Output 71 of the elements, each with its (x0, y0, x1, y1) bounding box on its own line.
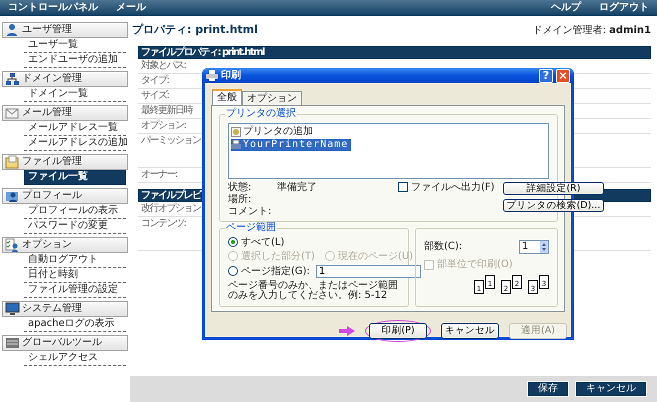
help-button[interactable]: ? (539, 68, 553, 82)
page-range-field[interactable]: 1 (316, 264, 421, 278)
checkbox-label: 部単位で印刷(O) (437, 259, 513, 270)
sidebar-item[interactable]: ユーザ一覧 (24, 38, 126, 53)
nav-link[interactable]: メール (116, 3, 146, 13)
sidebar-item[interactable]: apacheログの表示 (24, 317, 126, 332)
page-title: プロパティ: print.html (132, 22, 258, 38)
field-label: オプション: (141, 121, 186, 131)
footer-button[interactable]: キャンセル (575, 381, 647, 397)
sidebar-item[interactable]: ドメイン一覧 (24, 87, 126, 102)
field-label: コンテンツ: (141, 219, 186, 229)
person-icon (5, 23, 20, 37)
group-title: ページ範囲 (225, 222, 277, 234)
printer-icon (231, 140, 241, 150)
copies-label: 部数(C): (424, 240, 462, 254)
radio-button[interactable] (228, 237, 238, 247)
checklist-icon (5, 238, 20, 252)
footer-button[interactable]: 保存 (527, 381, 569, 397)
toolbox-icon (5, 336, 20, 350)
radio-button[interactable] (228, 266, 238, 276)
envelope-icon (5, 106, 20, 120)
field-label: オーナー: (141, 170, 177, 180)
spin-arrows-icon (540, 240, 548, 252)
sidebar-item[interactable]: ファイル一覧 (24, 170, 126, 185)
dialog-button[interactable]: 詳細設定(R) (502, 182, 604, 195)
group-title: プリンタの選択 (225, 108, 297, 120)
nav-link[interactable]: ログアウト (599, 3, 649, 13)
sidebar-item[interactable]: メールアドレスの追加 (24, 136, 126, 151)
radio-label: 現在のページ(U) (338, 250, 414, 262)
sidebar-item[interactable]: メールアドレス一覧 (24, 121, 126, 136)
add-printer-icon (231, 127, 241, 137)
field-label: 対象とパス: (141, 61, 186, 71)
dialog-button[interactable]: 印刷(P) (369, 322, 427, 338)
field-label: 最終更新日時 (141, 106, 192, 116)
nav-link[interactable]: ヘルプ (551, 3, 581, 13)
copies-spinner[interactable]: 1 (519, 240, 549, 254)
printer-item[interactable]: YourPrinterName (231, 139, 352, 151)
field-label: サイズ: (141, 91, 168, 101)
sidebar-item[interactable]: プロフィールの表示 (24, 204, 126, 219)
radio-label: 選択した部分(T) (241, 250, 315, 262)
printer-item[interactable]: プリンタの追加 (231, 126, 316, 138)
sidebar-item[interactable]: ファイル管理の設定 (24, 283, 126, 298)
field-label: 改行オプション (141, 204, 200, 214)
radio-label: すべて(L) (241, 236, 284, 248)
pointer-arrow-icon (339, 326, 355, 336)
dialog-title: 印刷 (221, 68, 241, 83)
person-icon (5, 189, 20, 203)
printer-icon (206, 70, 218, 81)
close-button[interactable]: × (556, 68, 570, 82)
radio-label: ページ指定(G): (241, 266, 310, 276)
hint-text: ページ番号のみか、またはページ範囲のみを入力してください。例: 5-12 (228, 280, 399, 302)
folder-icon (5, 155, 20, 169)
sidebar-item[interactable]: エンドユーザの追加 (24, 53, 126, 68)
sidebar-item[interactable]: 日付と時刻 (24, 268, 126, 283)
field-label: パーミッション (141, 136, 200, 146)
info-label: 場所: (228, 194, 252, 204)
tab[interactable]: オプション (242, 91, 302, 105)
dialog-button[interactable]: プリンタの検索(D)... (502, 198, 604, 212)
info-label: コメント: (228, 206, 272, 216)
monitor-icon (5, 302, 20, 316)
sidebar-item[interactable]: 自動ログアウト (24, 253, 126, 268)
tab[interactable]: 全般 (212, 89, 242, 105)
nav-link[interactable]: コントロールパネル (8, 3, 98, 13)
field-label: タイプ: (141, 76, 168, 86)
admin-label: ドメイン管理者: admin1 (532, 24, 651, 38)
panel-header: ファイルプロパティ: print.html (138, 46, 651, 59)
checkbox[interactable] (398, 182, 408, 192)
sidebar-item[interactable]: シェルアクセス (24, 351, 126, 366)
network-icon (5, 72, 20, 86)
sidebar-item[interactable]: パスワードの変更 (24, 219, 126, 234)
dialog-button[interactable]: キャンセル (441, 322, 499, 338)
